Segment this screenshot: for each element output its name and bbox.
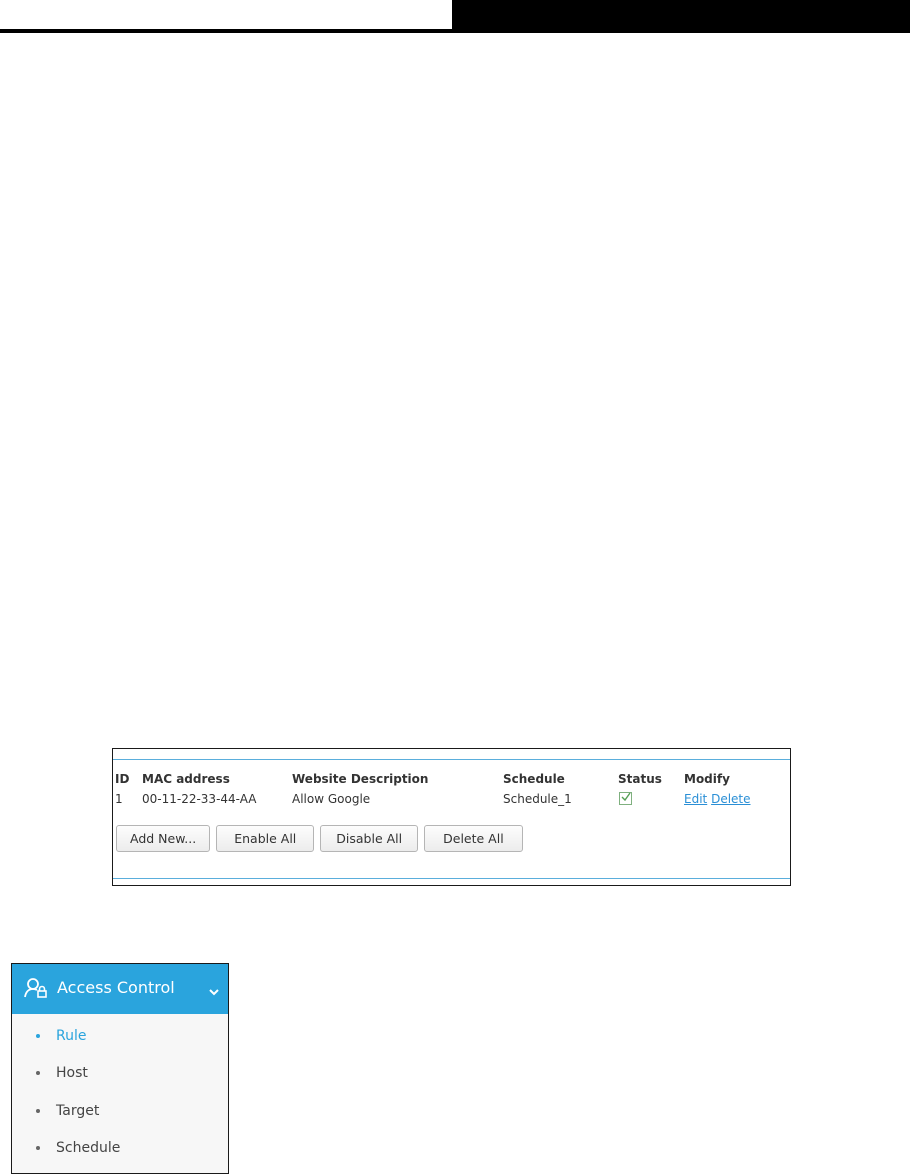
panel-top-line [113,759,790,760]
row-mac: 00-11-22-33-44-AA [142,792,257,806]
panel-bottom-line [113,878,790,879]
menu-items: Rule Host Target Schedule [12,1014,228,1167]
header-description: Website Description [292,772,429,786]
table-row: 1 00-11-22-33-44-AA Allow Google Schedul… [113,788,784,810]
row-schedule: Schedule_1 [503,792,572,806]
delete-link[interactable]: Delete [711,792,750,806]
menu-item-label: Target [56,1102,100,1119]
add-new-button[interactable]: Add New... [116,825,211,852]
header-rule [0,29,452,33]
menu-item-label: Schedule [56,1140,121,1157]
enable-all-button[interactable]: Enable All [216,825,315,852]
menu-title: Access Control [57,978,175,997]
row-status [618,788,684,810]
bullet-icon [36,1146,40,1151]
chevron-down-icon[interactable] [208,982,220,1001]
header-mac: MAC address [142,772,230,786]
menu-item-label: Rule [56,1027,87,1044]
menu-item-host[interactable]: Host [12,1055,228,1093]
row-description: Allow Google [292,792,371,806]
status-checkbox-icon[interactable] [619,792,632,805]
header-bar [452,0,910,33]
header-id: ID [115,772,130,786]
access-control-menu: Access Control Rule Host Target Schedule [11,963,229,1174]
checkmark-icon [621,792,631,802]
menu-item-schedule[interactable]: Schedule [12,1130,228,1168]
row-modify: Edit Delete [684,788,784,810]
rule-list-panel: ID MAC address Website Description Sched… [112,748,791,886]
table-header-row: ID MAC address Website Description Sched… [113,770,784,788]
edit-link[interactable]: Edit [684,792,707,806]
header-schedule: Schedule [503,772,565,786]
menu-item-target[interactable]: Target [12,1092,228,1130]
user-lock-icon [24,977,48,1003]
action-buttons: Add New... Enable All Disable All Delete… [116,825,523,852]
menu-item-label: Host [56,1065,88,1082]
rule-table: ID MAC address Website Description Sched… [113,770,784,810]
row-id: 1 [115,792,123,806]
bullet-icon [36,1108,40,1113]
access-control-header[interactable]: Access Control [12,964,228,1014]
header-status: Status [618,772,662,786]
menu-item-rule[interactable]: Rule [12,1017,228,1055]
bullet-icon [36,1033,40,1038]
disable-all-button[interactable]: Disable All [320,825,419,852]
bullet-icon [36,1071,40,1076]
delete-all-button[interactable]: Delete All [424,825,523,852]
header-modify: Modify [684,772,730,786]
